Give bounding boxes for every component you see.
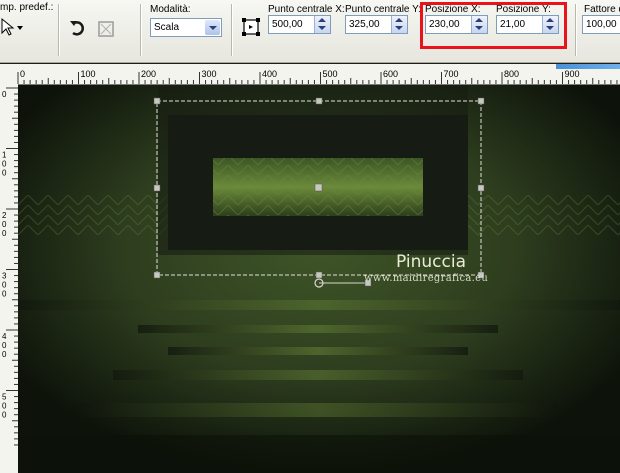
ruler-label: 0 [2, 341, 7, 350]
reset-button[interactable] [68, 18, 90, 40]
apply-button[interactable] [96, 18, 118, 40]
ruler-label: 400 [262, 69, 277, 79]
mode-label: Modalità: [150, 4, 191, 15]
spin-arrows-icon[interactable] [391, 16, 407, 33]
ruler-label: 0 [2, 350, 7, 359]
ruler-label: 0 [2, 169, 7, 178]
deform-icon [242, 18, 260, 36]
cursor-icon [1, 17, 23, 36]
chevron-down-icon[interactable] [205, 20, 220, 35]
image-canvas[interactable] [18, 85, 620, 473]
ruler-label: 0 [2, 402, 7, 411]
horizontal-ruler-ticks: 0 100 200 300 400 500 600 700 800 900 [17, 69, 618, 84]
ruler-label: 0 [2, 281, 7, 290]
ruler-label: 500 [323, 69, 338, 79]
watermark-url: www.maidiregrafica.eu [364, 273, 489, 284]
tool-options-bar: mp. predef.: Modalità: Scala Punto centr… [0, 0, 620, 63]
ruler-label: 200 [141, 69, 156, 79]
ruler-label: 3 [2, 272, 7, 281]
separator [140, 4, 142, 56]
canvas-artwork [18, 85, 620, 473]
horizontal-ruler: 0 100 200 300 400 500 600 700 800 900 [0, 64, 620, 85]
separator [58, 4, 60, 56]
ruler-label: 0 [2, 290, 7, 299]
watermark-title: Pinuccia [396, 252, 466, 272]
ruler-label: 0 [20, 69, 25, 79]
rotate-icon [70, 21, 84, 36]
ruler-label: 4 [2, 332, 7, 341]
ruler-label: 600 [383, 69, 398, 79]
position-highlight-box [420, 2, 567, 49]
ruler-label: 0 [2, 411, 7, 420]
ruler-label: 800 [504, 69, 519, 79]
center-x-label: Punto centrale X: [268, 4, 345, 15]
free-deform-button[interactable] [240, 16, 262, 38]
preset-picker-button[interactable] [0, 16, 23, 38]
separator [575, 4, 577, 56]
factor-field[interactable]: 100,00 [582, 15, 620, 34]
ruler-label: 0 [2, 220, 7, 229]
ruler-label: 2 [2, 211, 7, 220]
vertical-ruler-ticks: 0100200300400500 [2, 87, 18, 446]
factor-value: 100,00 [586, 19, 617, 30]
ruler-label: 0 [2, 229, 7, 238]
mode-value: Scala [154, 22, 180, 33]
ruler-label: 5 [2, 393, 7, 402]
deform-apply-icon [98, 21, 114, 37]
separator [231, 4, 233, 56]
ruler-label: 0 [2, 160, 7, 169]
ruler-label: 100 [81, 69, 96, 79]
ruler-label: 1 [2, 151, 7, 160]
mode-select[interactable]: Scala [150, 18, 222, 37]
ruler-label: 700 [444, 69, 459, 79]
ruler-label: 0 [2, 90, 7, 99]
spin-arrows-icon[interactable] [314, 16, 330, 33]
preset-label: mp. predef.: [0, 2, 54, 13]
center-y-label: Punto centrale Y: [345, 4, 421, 15]
vertical-ruler: 0100200300400500 [0, 84, 19, 473]
ruler-label: 900 [565, 69, 580, 79]
center-x-value: 500,00 [272, 19, 303, 30]
center-y-field[interactable]: 325,00 [345, 15, 408, 34]
center-x-field[interactable]: 500,00 [268, 15, 331, 34]
ruler-label: 300 [202, 69, 217, 79]
factor-label: Fattore di [584, 4, 620, 15]
center-y-value: 325,00 [349, 19, 380, 30]
